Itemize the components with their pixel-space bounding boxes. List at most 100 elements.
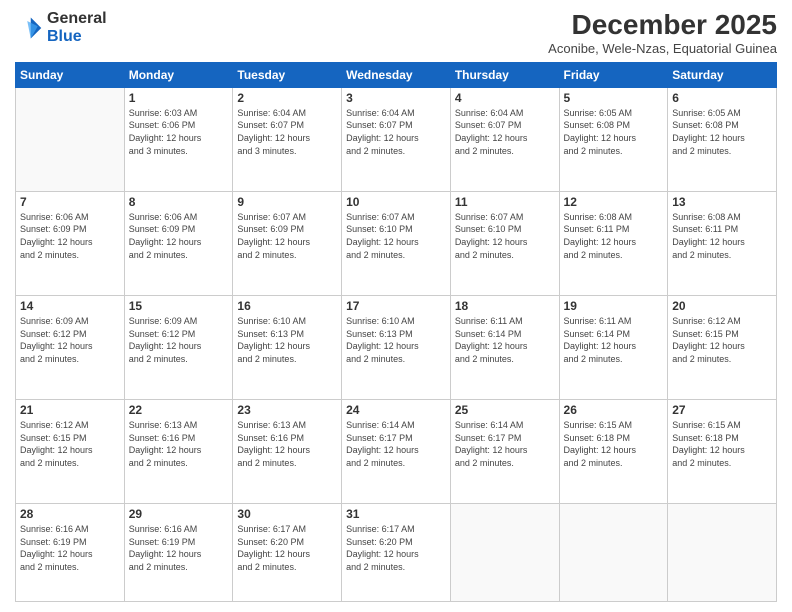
day-info: Sunrise: 6:09 AM Sunset: 6:12 PM Dayligh… [20, 315, 120, 365]
col-sunday: Sunday [16, 62, 125, 87]
table-row: 25Sunrise: 6:14 AM Sunset: 6:17 PM Dayli… [450, 399, 559, 503]
day-number: 5 [564, 91, 664, 105]
day-number: 29 [129, 507, 229, 521]
table-row: 26Sunrise: 6:15 AM Sunset: 6:18 PM Dayli… [559, 399, 668, 503]
day-number: 17 [346, 299, 446, 313]
logo-blue: Blue [47, 28, 82, 45]
day-number: 22 [129, 403, 229, 417]
month-title: December 2025 [548, 10, 777, 41]
day-number: 19 [564, 299, 664, 313]
day-info: Sunrise: 6:16 AM Sunset: 6:19 PM Dayligh… [129, 523, 229, 573]
col-saturday: Saturday [668, 62, 777, 87]
day-info: Sunrise: 6:17 AM Sunset: 6:20 PM Dayligh… [346, 523, 446, 573]
calendar-table: Sunday Monday Tuesday Wednesday Thursday… [15, 62, 777, 602]
table-row: 15 Sunrise: 6:09 AM Sunset: 6:12 PM Dayli… [124, 295, 233, 399]
day-number: 6 [672, 91, 772, 105]
table-row: 24Sunrise: 6:14 AM Sunset: 6:17 PM Dayli… [342, 399, 451, 503]
day-number: 7 [20, 195, 120, 209]
day-number: 1 [129, 91, 229, 105]
day-number: 16 [237, 299, 337, 313]
day-number: 10 [346, 195, 446, 209]
day-info: Sunrise: 6:08 AM Sunset: 6:11 PM Dayligh… [672, 211, 772, 261]
table-row: 21Sunrise: 6:12 AM Sunset: 6:15 PM Dayli… [16, 399, 125, 503]
day-info: Sunrise: 6:09 AM Sunset: 6:12 PM Dayligh… [129, 315, 229, 365]
table-row: 28 Sunrise: 6:16 AM Sunset: 6:19 PM Dayli… [16, 504, 125, 602]
logo: General Blue [15, 10, 107, 45]
table-row: 23 Sunrise: 6:13 AM Sunset: 6:16 PM Dayli… [233, 399, 342, 503]
day-info: Sunrise: 6:13 AM Sunset: 6:16 PM Dayligh… [237, 419, 337, 469]
day-info: Sunrise: 6:12 AM Sunset: 6:15 PM Dayligh… [672, 315, 772, 365]
day-info: Sunrise: 6:17 AM Sunset: 6:20 PM Dayligh… [237, 523, 337, 573]
calendar-header-row: Sunday Monday Tuesday Wednesday Thursday… [16, 62, 777, 87]
table-row: 27 Sunrise: 6:15 AM Sunset: 6:18 PM Dayli… [668, 399, 777, 503]
day-number: 28 [20, 507, 120, 521]
table-row: 19 Sunrise: 6:11 AM Sunset: 6:14 PM Dayli… [559, 295, 668, 399]
table-row: 2 Sunrise: 6:04 AM Sunset: 6:07 PM Daylig… [233, 87, 342, 191]
day-info: Sunrise: 6:03 AM Sunset: 6:06 PM Dayligh… [129, 107, 229, 157]
col-monday: Monday [124, 62, 233, 87]
day-number: 15 [129, 299, 229, 313]
day-number: 26 [564, 403, 664, 417]
table-row: 13 Sunrise: 6:08 AM Sunset: 6:11 PM Dayli… [668, 191, 777, 295]
table-row: 6 Sunrise: 6:05 AM Sunset: 6:08 PM Daylig… [668, 87, 777, 191]
table-row: 5Sunrise: 6:05 AM Sunset: 6:08 PM Daylig… [559, 87, 668, 191]
col-friday: Friday [559, 62, 668, 87]
header: General Blue December 2025 Aconibe, Wele… [15, 10, 777, 56]
table-row: 29 Sunrise: 6:16 AM Sunset: 6:19 PM Dayli… [124, 504, 233, 602]
day-info: Sunrise: 6:11 AM Sunset: 6:14 PM Dayligh… [564, 315, 664, 365]
day-info: Sunrise: 6:15 AM Sunset: 6:18 PM Dayligh… [672, 419, 772, 469]
table-row [450, 504, 559, 602]
day-info: Sunrise: 6:04 AM Sunset: 6:07 PM Dayligh… [455, 107, 555, 157]
table-row: 4Sunrise: 6:04 AM Sunset: 6:07 PM Daylig… [450, 87, 559, 191]
day-info: Sunrise: 6:06 AM Sunset: 6:09 PM Dayligh… [129, 211, 229, 261]
day-info: Sunrise: 6:10 AM Sunset: 6:13 PM Dayligh… [346, 315, 446, 365]
day-number: 24 [346, 403, 446, 417]
day-number: 13 [672, 195, 772, 209]
table-row: 8Sunrise: 6:06 AM Sunset: 6:09 PM Daylig… [124, 191, 233, 295]
table-row: 7Sunrise: 6:06 AM Sunset: 6:09 PM Daylig… [16, 191, 125, 295]
col-thursday: Thursday [450, 62, 559, 87]
table-row: 10 Sunrise: 6:07 AM Sunset: 6:10 PM Dayli… [342, 191, 451, 295]
table-row: 14 Sunrise: 6:09 AM Sunset: 6:12 PM Dayli… [16, 295, 125, 399]
day-number: 12 [564, 195, 664, 209]
day-number: 31 [346, 507, 446, 521]
day-number: 14 [20, 299, 120, 313]
table-row: 31 Sunrise: 6:17 AM Sunset: 6:20 PM Dayli… [342, 504, 451, 602]
day-info: Sunrise: 6:13 AM Sunset: 6:16 PM Dayligh… [129, 419, 229, 469]
day-info: Sunrise: 6:07 AM Sunset: 6:10 PM Dayligh… [346, 211, 446, 261]
table-row: 9Sunrise: 6:07 AM Sunset: 6:09 PM Daylig… [233, 191, 342, 295]
col-wednesday: Wednesday [342, 62, 451, 87]
logo-icon [15, 14, 43, 42]
day-info: Sunrise: 6:05 AM Sunset: 6:08 PM Dayligh… [672, 107, 772, 157]
day-number: 18 [455, 299, 555, 313]
day-number: 27 [672, 403, 772, 417]
day-number: 11 [455, 195, 555, 209]
day-number: 30 [237, 507, 337, 521]
title-area: December 2025 Aconibe, Wele-Nzas, Equato… [548, 10, 777, 56]
table-row [559, 504, 668, 602]
day-info: Sunrise: 6:16 AM Sunset: 6:19 PM Dayligh… [20, 523, 120, 573]
table-row: 22 Sunrise: 6:13 AM Sunset: 6:16 PM Dayli… [124, 399, 233, 503]
table-row: 20Sunrise: 6:12 AM Sunset: 6:15 PM Dayli… [668, 295, 777, 399]
day-number: 9 [237, 195, 337, 209]
col-tuesday: Tuesday [233, 62, 342, 87]
day-info: Sunrise: 6:04 AM Sunset: 6:07 PM Dayligh… [346, 107, 446, 157]
logo-text: General Blue [47, 10, 107, 45]
day-info: Sunrise: 6:04 AM Sunset: 6:07 PM Dayligh… [237, 107, 337, 157]
day-info: Sunrise: 6:11 AM Sunset: 6:14 PM Dayligh… [455, 315, 555, 365]
table-row: 3 Sunrise: 6:04 AM Sunset: 6:07 PM Daylig… [342, 87, 451, 191]
table-row [16, 87, 125, 191]
table-row: 17 Sunrise: 6:10 AM Sunset: 6:13 PM Dayli… [342, 295, 451, 399]
day-number: 3 [346, 91, 446, 105]
day-number: 2 [237, 91, 337, 105]
table-row [668, 504, 777, 602]
table-row: 18 Sunrise: 6:11 AM Sunset: 6:14 PM Dayli… [450, 295, 559, 399]
day-number: 21 [20, 403, 120, 417]
table-row: 11 Sunrise: 6:07 AM Sunset: 6:10 PM Dayli… [450, 191, 559, 295]
day-info: Sunrise: 6:07 AM Sunset: 6:10 PM Dayligh… [455, 211, 555, 261]
day-number: 23 [237, 403, 337, 417]
table-row: 1 Sunrise: 6:03 AM Sunset: 6:06 PM Daylig… [124, 87, 233, 191]
day-info: Sunrise: 6:08 AM Sunset: 6:11 PM Dayligh… [564, 211, 664, 261]
day-info: Sunrise: 6:14 AM Sunset: 6:17 PM Dayligh… [455, 419, 555, 469]
page: General Blue December 2025 Aconibe, Wele… [0, 0, 792, 612]
